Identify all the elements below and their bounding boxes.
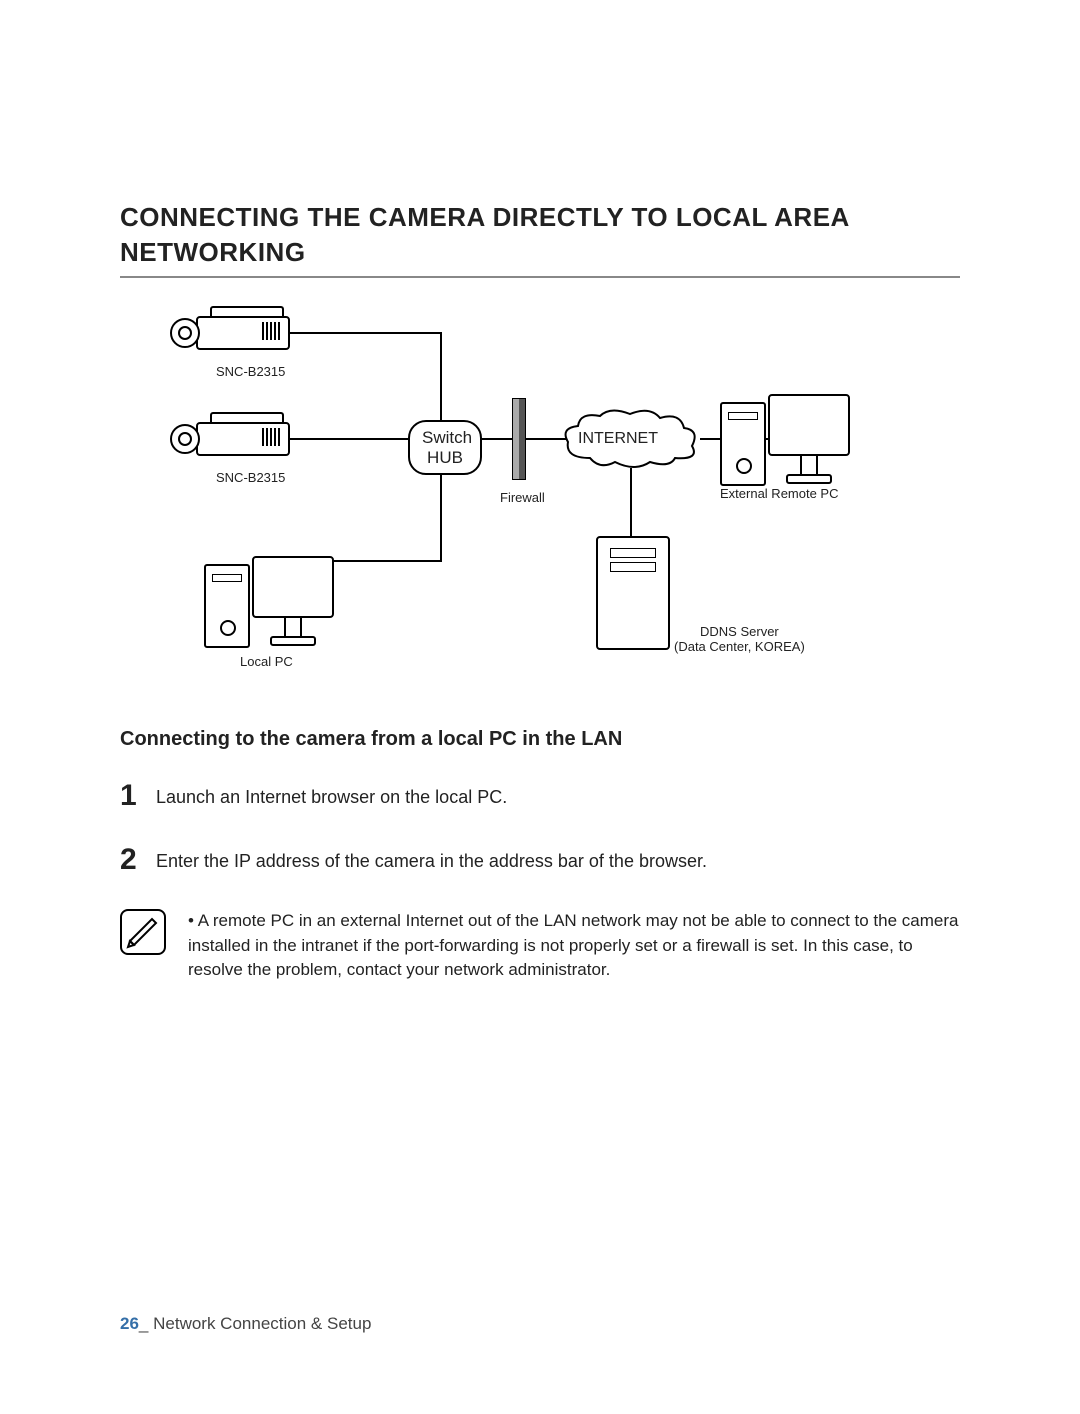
step-number: 1: [120, 781, 156, 811]
firewall-label: Firewall: [500, 490, 545, 505]
step-text: Launch an Internet browser on the local …: [156, 781, 507, 808]
note-block: A remote PC in an external Internet out …: [120, 909, 960, 983]
camera-icon: [170, 412, 290, 462]
external-pc-label: External Remote PC: [720, 486, 839, 501]
local-pc-icon: [204, 556, 334, 646]
sub-heading: Connecting to the camera from a local PC…: [120, 728, 960, 751]
camera-icon: [170, 306, 290, 356]
note-icon: [120, 909, 166, 955]
external-pc-icon: [720, 394, 850, 484]
page-number: 26: [120, 1314, 139, 1333]
camera-label: SNC-B2315: [216, 364, 285, 379]
footer-section: Network Connection & Setup: [148, 1314, 371, 1333]
step-text: Enter the IP address of the camera in th…: [156, 845, 707, 872]
page-footer: 26_ Network Connection & Setup: [120, 1314, 371, 1334]
page-title: CONNECTING THE CAMERA DIRECTLY TO LOCAL …: [120, 200, 960, 270]
step-number: 2: [120, 845, 156, 875]
firewall-icon: [512, 398, 526, 480]
switch-hub-box: Switch HUB: [408, 420, 482, 475]
ddns-server-icon: [596, 536, 670, 650]
title-divider: [120, 276, 960, 278]
topology-diagram: Switch HUB INTERNET SNC-B2315 SNC-B2315 …: [160, 298, 840, 678]
step-item: 2 Enter the IP address of the camera in …: [120, 845, 960, 875]
note-text: A remote PC in an external Internet out …: [188, 909, 960, 983]
ddns-label: DDNS Server (Data Center, KOREA): [674, 624, 805, 654]
local-pc-label: Local PC: [240, 654, 293, 669]
step-item: 1 Launch an Internet browser on the loca…: [120, 781, 960, 811]
camera-label: SNC-B2315: [216, 470, 285, 485]
internet-label: INTERNET: [578, 430, 658, 448]
